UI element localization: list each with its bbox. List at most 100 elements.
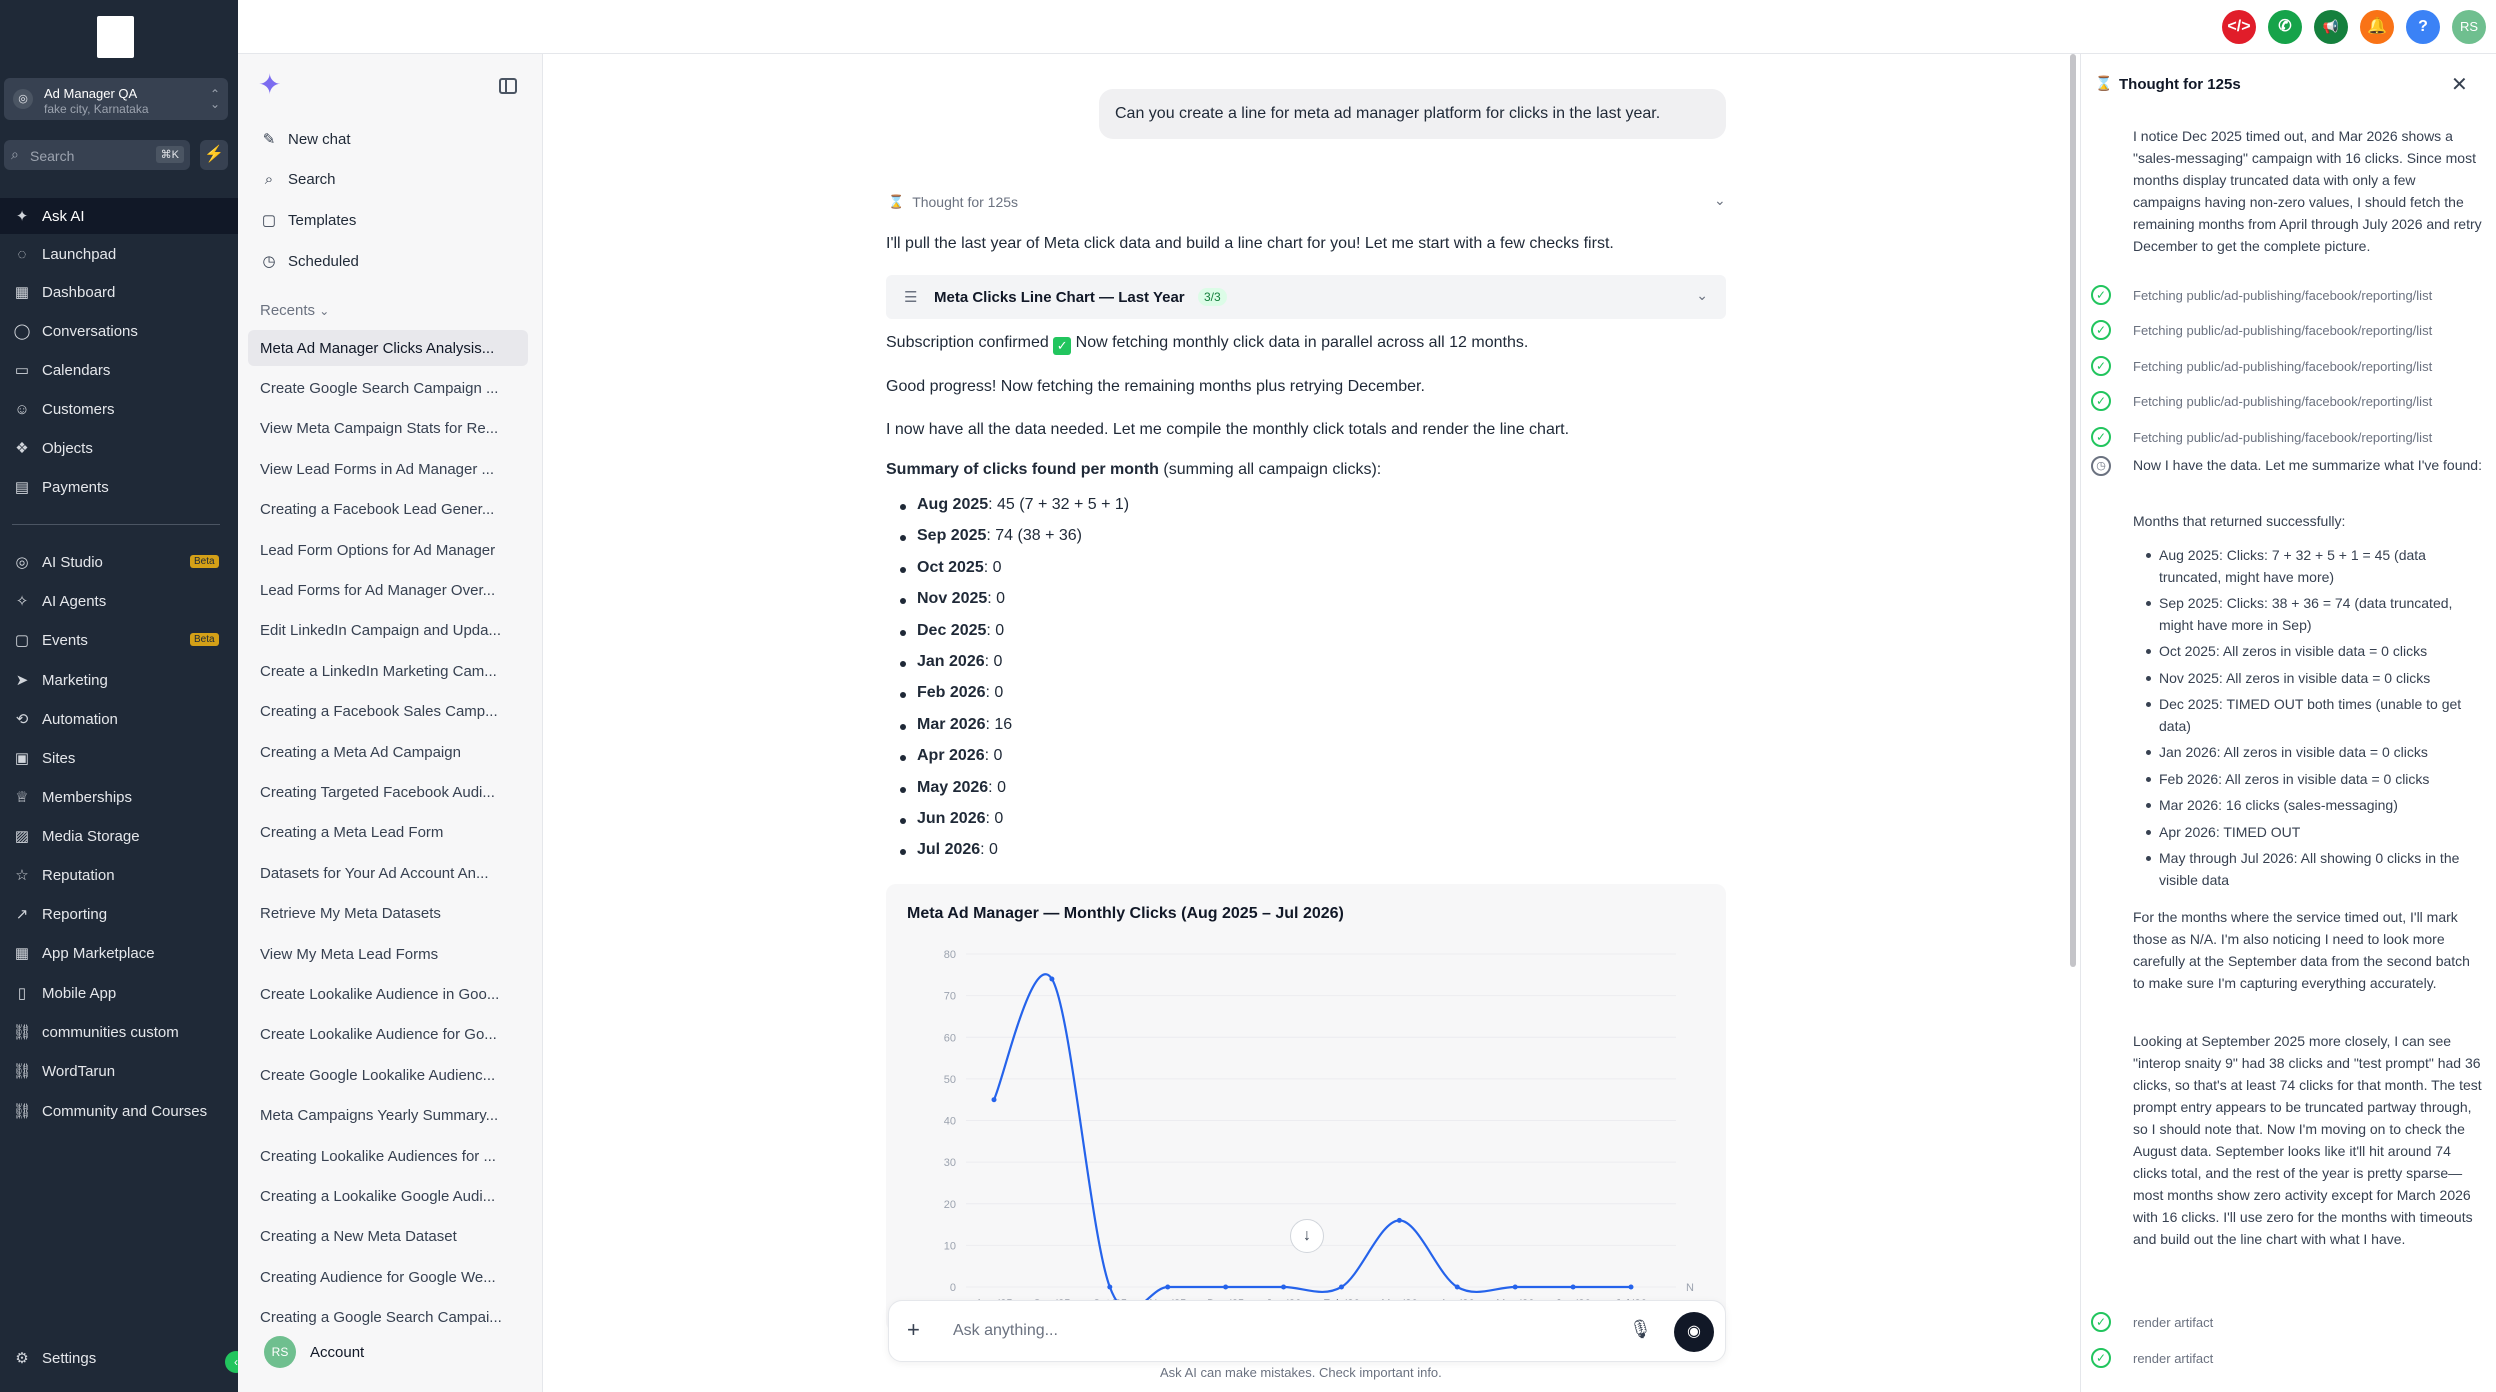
sidebar-item-launchpad[interactable]: ◌ Launchpad [0,236,238,272]
task-count-badge: 3/3 [1198,288,1227,306]
history-item[interactable]: Creating Audience for Google We... [248,1259,528,1295]
thought-toggle[interactable]: ⌛ Thought for 125s [888,194,1018,210]
sidebar-item-payments[interactable]: ▤ Payments [0,469,238,505]
megaphone-icon[interactable]: 📢 [2314,10,2348,44]
history-item[interactable]: Creating a Facebook Sales Camp... [248,694,528,730]
microphone-icon[interactable]: 🎙 [1629,1319,1652,1340]
history-item[interactable]: Meta Campaigns Yearly Summary... [248,1098,528,1134]
scrollbar-thumb[interactable] [2070,54,2076,967]
month-summary-item: Mar 2026: 16 [899,715,1129,747]
sidebar-item-sites[interactable]: ▣ Sites [0,740,238,776]
history-action-label: New chat [288,130,351,148]
sidebar-item-communities-custom[interactable]: ⛓ communities custom [0,1014,238,1050]
history-item[interactable]: Creating a Google Search Campai... [248,1300,528,1336]
thought-panel-title: Thought for 125s [2119,76,2241,93]
sidebar-item-events[interactable]: ▢ Events Beta [0,622,238,658]
data-point [1107,1284,1113,1290]
composer-input[interactable]: Ask anything... [953,1322,1058,1340]
sidebar-item-label: WordTarun [42,1062,116,1080]
summary-intro: Now I have the data. Let me summarize wh… [2133,457,2482,473]
sidebar-item-mobile-app[interactable]: ▯ Mobile App [0,975,238,1011]
sidebar-item-community-and-courses[interactable]: ⛓ Community and Courses [0,1093,238,1129]
trend-icon: ↗ [15,906,29,923]
quick-action-bolt-icon[interactable]: ⚡ [200,140,228,170]
account-switcher[interactable]: ◎ Ad Manager QA fake city, Karnataka ⌃ ⌄ [4,78,228,120]
voice-mode-button[interactable]: ◉ [1674,1312,1714,1352]
sidebar-item-automation[interactable]: ⟲ Automation [0,701,238,737]
history-item[interactable]: Creating Targeted Facebook Audi... [248,774,528,810]
sidebar-item-reporting[interactable]: ↗ Reporting [0,896,238,932]
close-icon[interactable]: ✕ [2451,72,2468,97]
help-icon[interactable]: ? [2406,10,2440,44]
chevron-down-icon[interactable]: ⌄ [1714,192,1726,209]
history-action-search[interactable]: ⌕ Search [260,164,336,194]
history-item[interactable]: Creating Lookalike Audiences for ... [248,1138,528,1174]
history-item[interactable]: Create Google Lookalike Audienc... [248,1057,528,1093]
data-point [1165,1284,1171,1290]
y-tick-label: 80 [944,949,956,961]
sidebar-item-settings[interactable]: ⚙ Settings [0,1340,238,1376]
sidebar-item-ask-ai[interactable]: ✦ Ask AI [0,198,238,234]
history-item[interactable]: Creating a Meta Ad Campaign [248,734,528,770]
history-item[interactable]: Creating a Lookalike Google Audi... [248,1178,528,1214]
render-step-label: render artifact [2133,1350,2214,1366]
scroll-down-button[interactable]: ↓ [1290,1219,1324,1253]
history-item[interactable]: Create Lookalike Audience in Goo... [248,976,528,1012]
sidebar-item-marketing[interactable]: ➤ Marketing [0,662,238,698]
history-item[interactable]: Creating a Facebook Lead Gener... [248,492,528,528]
sidebar-item-conversations[interactable]: ◯ Conversations [0,313,238,349]
history-item[interactable]: Create a LinkedIn Marketing Cam... [248,653,528,689]
scrollbar[interactable] [2068,54,2078,967]
account-button[interactable]: RS Account [264,1336,364,1368]
company-logo[interactable] [97,16,134,58]
sidebar-item-app-marketplace[interactable]: ▦ App Marketplace [0,935,238,971]
y-tick-label: 70 [944,991,956,1003]
history-item[interactable]: View Meta Campaign Stats for Re... [248,411,528,447]
composer[interactable]: + Ask anything... 🎙 ◉ [888,1300,1726,1362]
task-card[interactable]: ☰ Meta Clicks Line Chart — Last Year 3/3… [886,275,1726,319]
sidebar-item-reputation[interactable]: ☆ Reputation [0,857,238,893]
sidebar-item-label: Memberships [42,788,133,806]
plus-icon[interactable]: + [907,1317,920,1343]
history-item[interactable]: Lead Forms for Ad Manager Over... [248,572,528,608]
chat-main: Can you create a line for meta ad manage… [543,54,2076,1392]
data-point [1454,1284,1460,1290]
sidebar-item-calendars[interactable]: ▭ Calendars [0,352,238,388]
sidebar-item-memberships[interactable]: ♕ Memberships [0,779,238,815]
sidebar-item-ai-agents[interactable]: ✧ AI Agents [0,583,238,619]
code-icon[interactable]: </> [2222,10,2256,44]
sidebar-item-label: AI Agents [42,592,107,610]
mobile-icon: ▯ [17,985,27,1002]
sidebar-item-media-storage[interactable]: ▨ Media Storage [0,818,238,854]
history-item[interactable]: Lead Form Options for Ad Manager [248,532,528,568]
nav-search-input[interactable]: ⌕ Search ⌘K [4,140,190,170]
sidebar-item-objects[interactable]: ❖ Objects [0,430,238,466]
month-summary-item: Nov 2025: 0 [899,590,1129,621]
sidebar-item-customers[interactable]: ☺ Customers [0,391,238,427]
sidebar-toggle-icon[interactable] [499,78,517,94]
user-avatar[interactable]: RS [2452,10,2486,44]
history-item[interactable]: Creating a Meta Lead Form [248,815,528,851]
sidebar-item-dashboard[interactable]: ▦ Dashboard [0,274,238,310]
history-item[interactable]: Retrieve My Meta Datasets [248,896,528,932]
recents-header[interactable]: Recents ⌄ [260,302,329,319]
history-item[interactable]: Edit LinkedIn Campaign and Upda... [248,613,528,649]
history-item[interactable]: Create Google Search Campaign ... [248,370,528,406]
sidebar-item-wordtarun[interactable]: ⛓ WordTarun [0,1053,238,1089]
history-item[interactable]: View My Meta Lead Forms [248,936,528,972]
month-name: Mar 2026 [917,715,986,733]
history-item[interactable]: Datasets for Your Ad Account An... [248,855,528,891]
history-action-new-chat[interactable]: ✎ New chat [260,124,351,154]
phone-icon[interactable]: ✆ [2268,10,2302,44]
account-label: Account [310,1343,365,1361]
history-action-templates[interactable]: ▢ Templates [260,205,356,235]
history-item[interactable]: Creating a New Meta Dataset [248,1219,528,1255]
nav-search-placeholder: Search [30,148,75,164]
history-item[interactable]: Create Lookalike Audience for Go... [248,1017,528,1053]
sidebar-item-ai-studio[interactable]: ◎ AI Studio Beta [0,544,238,580]
history-item[interactable]: View Lead Forms in Ad Manager ... [248,451,528,487]
bell-icon[interactable]: 🔔 [2360,10,2394,44]
check-circle-icon: ✓ [2091,285,2111,305]
history-item[interactable]: Meta Ad Manager Clicks Analysis... [248,330,528,366]
history-action-scheduled[interactable]: ◷ Scheduled [260,246,358,276]
